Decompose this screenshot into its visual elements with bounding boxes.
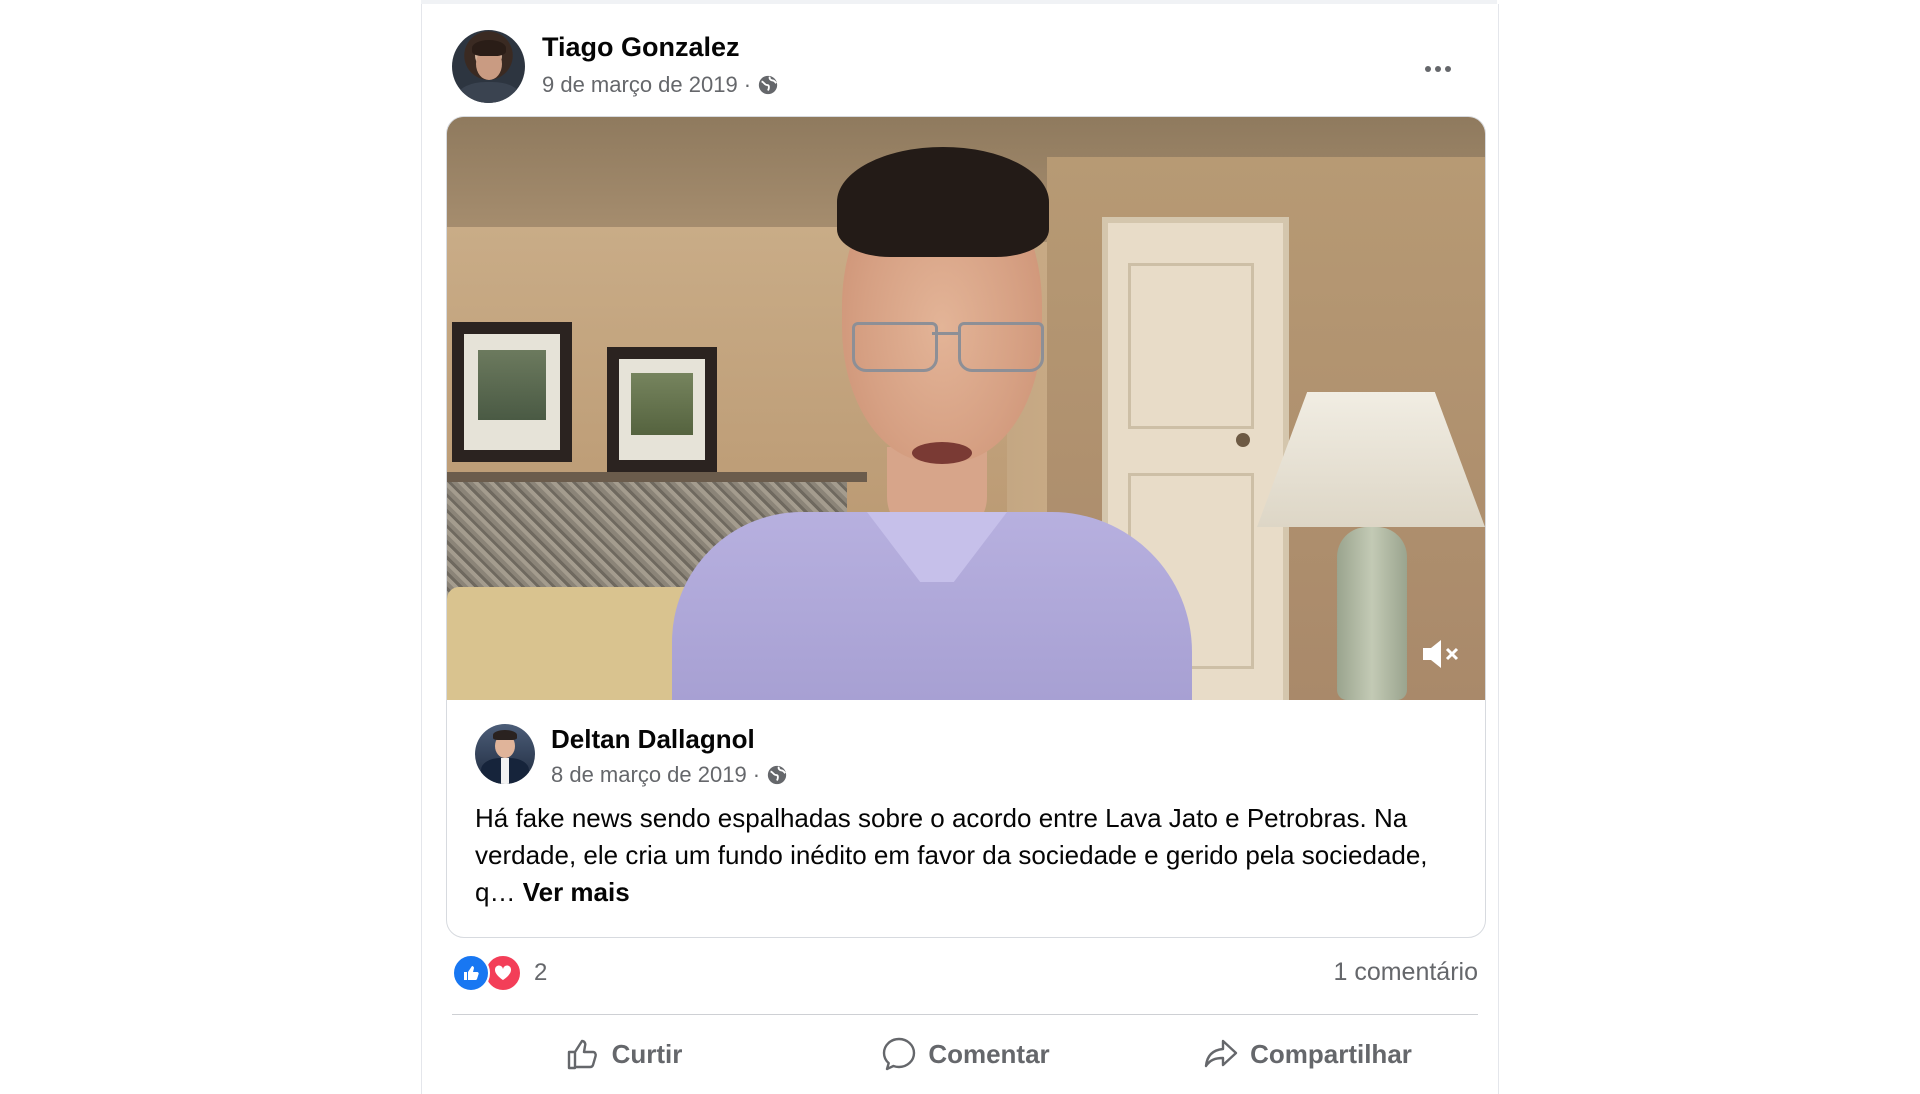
comment-count[interactable]: 1 comentário — [1333, 958, 1478, 987]
shared-author-avatar[interactable] — [475, 724, 535, 784]
actions-divider — [452, 1014, 1478, 1015]
shared-post-text: Há fake news sendo espalhadas sobre o ac… — [475, 800, 1465, 911]
comment-button[interactable]: Comentar — [794, 1024, 1136, 1084]
like-label: Curtir — [611, 1038, 683, 1069]
like-icon — [452, 954, 490, 992]
post-meta: 9 de março de 2019 · — [542, 72, 779, 98]
post-stats: 2 1 comentário — [452, 954, 1478, 994]
shared-post[interactable]: Deltan Dallagnol 8 de março de 2019 · Há… — [446, 116, 1486, 938]
like-button[interactable]: Curtir — [452, 1024, 794, 1084]
share-label: Compartilhar — [1250, 1038, 1412, 1069]
globe-icon — [758, 75, 778, 95]
shared-post-body: Deltan Dallagnol 8 de março de 2019 · Há… — [447, 700, 1485, 937]
picture-frame — [452, 322, 572, 462]
comment-icon — [883, 1037, 916, 1071]
post-date[interactable]: 9 de março de 2019 · — [542, 72, 751, 98]
post-header: Tiago Gonzalez 9 de março de 2019 · — [452, 26, 1468, 106]
mute-icon[interactable] — [1417, 632, 1461, 676]
share-button[interactable]: Compartilhar — [1136, 1024, 1478, 1084]
reactions-summary[interactable]: 2 — [452, 954, 547, 992]
post-card: Tiago Gonzalez 9 de março de 2019 · Delt… — [421, 4, 1499, 1094]
globe-icon — [767, 765, 787, 785]
share-icon — [1204, 1039, 1238, 1068]
shared-author-name[interactable]: Deltan Dallagnol — [551, 724, 755, 755]
picture-frame — [607, 347, 717, 472]
reaction-count: 2 — [534, 959, 548, 986]
author-name[interactable]: Tiago Gonzalez — [542, 32, 740, 63]
post-actions: Curtir Comentar Compartilhar — [452, 1024, 1478, 1084]
shared-post-date[interactable]: 8 de março de 2019 · — [551, 762, 760, 788]
thumbs-up-icon — [567, 1039, 597, 1070]
video-player[interactable] — [447, 117, 1485, 700]
comment-label: Comentar — [928, 1038, 1050, 1069]
see-more-link[interactable]: Ver mais — [523, 877, 630, 907]
shared-post-meta: 8 de março de 2019 · — [551, 762, 788, 788]
author-avatar[interactable] — [452, 30, 525, 103]
more-options-icon[interactable] — [1418, 54, 1458, 84]
